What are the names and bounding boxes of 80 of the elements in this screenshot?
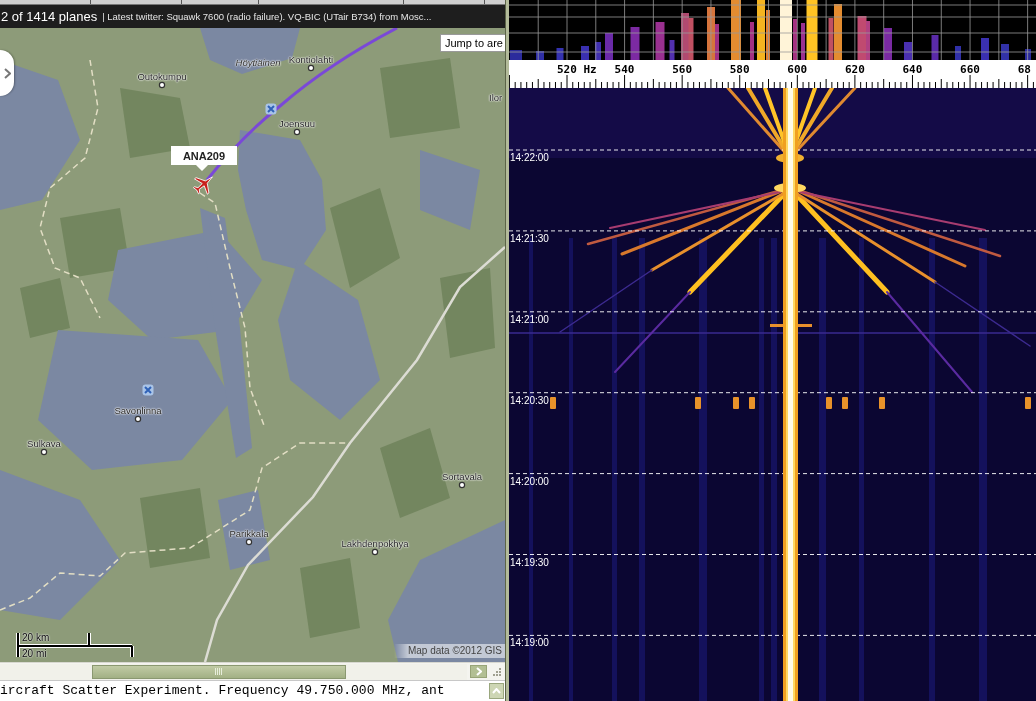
spectrum-bar xyxy=(595,42,601,60)
signal-blip xyxy=(733,397,739,409)
place-label: Ilor xyxy=(489,91,503,103)
chevron-icon xyxy=(3,67,11,79)
time-label: 14:20:30 xyxy=(510,394,549,406)
scrollbar-thumb[interactable] xyxy=(92,664,346,679)
plane-count: 2 of 1414 planes xyxy=(1,9,98,24)
frequency-label: 68 xyxy=(1017,63,1031,76)
town-dot-icon xyxy=(307,64,315,72)
signal-blip xyxy=(550,397,556,409)
log-text: ircraft Scatter Experiment. Frequency 49.750.000 MHz, ant xyxy=(0,682,446,698)
scale-label: 20 mi xyxy=(22,648,47,659)
signal-blip xyxy=(879,397,885,409)
town-dot-icon xyxy=(158,81,166,89)
town-label: Lakhdenpokhya xyxy=(341,537,409,549)
news-ticker: | Latest twitter: Squawk 7600 (radio failure). VQ-BIC (UTair B734) from Mosc... xyxy=(102,11,432,22)
spectrum-bar xyxy=(556,48,564,60)
grip-icon xyxy=(215,668,223,675)
spectrum-bar xyxy=(510,50,522,60)
chevron-icon xyxy=(492,688,501,694)
frequency-label: 640 xyxy=(902,63,923,76)
signal-blip xyxy=(1025,397,1031,409)
town-label: Sortavala xyxy=(441,470,483,482)
spectrum-bar xyxy=(669,40,675,60)
signal-blip xyxy=(749,397,755,409)
scroll-right-button[interactable] xyxy=(470,665,487,678)
jump-to-area-button[interactable]: Jump to are xyxy=(439,34,505,52)
town-label: Kontiolahti xyxy=(288,53,334,65)
map-attribution: Map data ©2012 GIS xyxy=(393,644,505,658)
time-label: 14:19:00 xyxy=(510,637,549,649)
frequency-label: 580 xyxy=(729,63,750,76)
forest-patch xyxy=(60,208,130,278)
frequency-label: 620 xyxy=(844,63,865,76)
town-label: Joensuu xyxy=(279,117,315,129)
spectrum-bar xyxy=(904,42,912,60)
spectrum-bar xyxy=(981,38,989,60)
frequency-label: 520 Hz xyxy=(557,63,597,76)
signal-blip xyxy=(826,397,832,409)
chevron-icon xyxy=(475,667,482,676)
town-label: Outokumpu xyxy=(137,70,187,82)
town-dot-icon xyxy=(245,538,253,546)
town-dot-icon xyxy=(293,128,301,136)
spectrum-bar xyxy=(605,33,613,60)
forest-patch xyxy=(20,278,70,338)
frequency-label: 600 xyxy=(787,63,808,76)
time-label: 14:20:00 xyxy=(510,475,549,487)
panel-toggle-button[interactable] xyxy=(0,50,14,96)
spectrum-bar xyxy=(731,0,741,60)
lake-label: Höytiäinen xyxy=(235,56,281,68)
spectrum-bar xyxy=(1001,44,1009,60)
time-label: 14:21:30 xyxy=(510,232,549,244)
scale-label: 20 km xyxy=(22,632,50,643)
spectrum-bar xyxy=(1025,49,1031,60)
spectrum-bar xyxy=(536,51,544,60)
frequency-label: 560 xyxy=(672,63,693,76)
resize-grip-icon xyxy=(492,666,502,677)
spectrum-bar xyxy=(630,27,640,60)
time-label: 14:19:30 xyxy=(510,556,549,568)
town-label: Parikkala xyxy=(229,527,269,539)
spectrum-bar xyxy=(750,22,754,60)
spectrum-bar xyxy=(655,22,665,60)
frequency-label: 540 xyxy=(614,63,635,76)
spectrum-bar xyxy=(884,28,892,60)
frequency-label: 660 xyxy=(960,63,980,76)
cross-marker-icon xyxy=(265,103,277,115)
signal-blip xyxy=(695,397,701,409)
signal-blip xyxy=(842,397,848,409)
time-label: 14:22:00 xyxy=(510,152,549,163)
town-dot-icon xyxy=(371,548,379,556)
town-label: Sulkava xyxy=(27,437,61,449)
spectrum-bar xyxy=(581,46,589,60)
spectrum-bar xyxy=(931,35,939,60)
time-label: 14:21:00 xyxy=(510,313,549,325)
town-dot-icon xyxy=(134,415,142,423)
town-label: Savonlinna xyxy=(114,404,162,416)
spectrum-bar xyxy=(955,46,961,60)
town-dot-icon xyxy=(40,448,48,456)
scroll-up-button[interactable] xyxy=(489,683,504,699)
cross-marker-icon xyxy=(142,384,154,396)
town-dot-icon xyxy=(458,481,466,489)
